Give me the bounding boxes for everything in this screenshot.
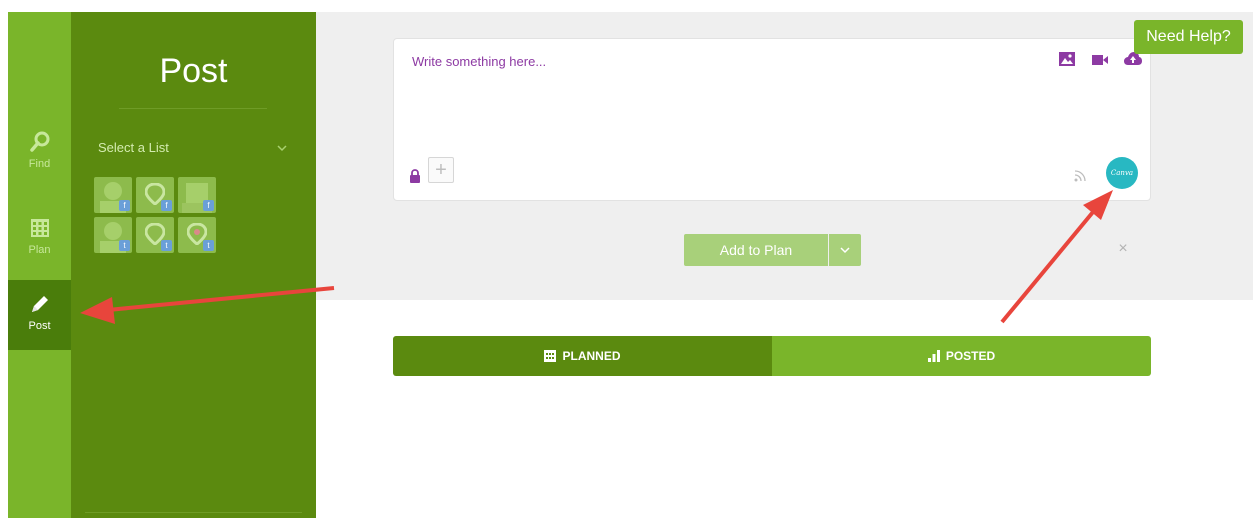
image-icon[interactable] — [1059, 52, 1076, 71]
app-window: Find Plan Post Post Select a List f f f … — [0, 0, 1253, 518]
rail-item-label: Find — [28, 158, 51, 170]
list-select[interactable]: Select a List — [98, 140, 288, 160]
add-to-plan-button[interactable]: Add to Plan — [684, 234, 828, 266]
twitter-badge-icon: t — [203, 240, 214, 251]
account-avatar[interactable]: t — [94, 217, 132, 253]
account-avatar[interactable]: f — [136, 177, 174, 213]
post-tabs: PLANNED POSTED — [393, 336, 1151, 376]
divider — [119, 108, 267, 109]
facebook-badge-icon: f — [161, 200, 172, 211]
panel-title: Post — [159, 52, 228, 90]
chevron-down-icon — [277, 145, 287, 152]
bar-chart-icon — [927, 350, 940, 362]
list-select-label: Select a List — [98, 140, 169, 155]
chevron-down-icon — [840, 247, 850, 254]
post-panel: Post Select a List f f f t t t — [71, 12, 316, 518]
add-media-button[interactable]: + — [428, 157, 454, 183]
account-avatar[interactable]: t — [136, 217, 174, 253]
calendar-icon — [30, 219, 49, 237]
rail-item-post[interactable]: Post — [8, 280, 71, 350]
close-button[interactable]: × — [1115, 240, 1131, 258]
lock-icon[interactable] — [409, 169, 421, 183]
rss-icon[interactable] — [1073, 169, 1087, 183]
tab-label: POSTED — [945, 349, 996, 363]
post-composer: + Canva — [393, 38, 1151, 201]
divider — [85, 512, 302, 513]
pencil-icon — [31, 296, 48, 312]
upload-cloud-icon[interactable] — [1124, 52, 1142, 71]
twitter-badge-icon: t — [161, 240, 172, 251]
search-icon — [29, 131, 49, 152]
rail-item-plan[interactable]: Plan — [8, 202, 71, 272]
video-icon[interactable] — [1091, 53, 1108, 71]
need-help-button[interactable]: Need Help? — [1134, 20, 1243, 54]
media-toolbar — [1047, 52, 1142, 68]
account-avatar[interactable]: f — [94, 177, 132, 213]
add-to-plan-dropdown[interactable] — [829, 234, 861, 266]
tab-planned[interactable]: PLANNED — [393, 336, 772, 376]
canva-button[interactable]: Canva — [1106, 157, 1138, 189]
calendar-icon — [544, 350, 557, 362]
facebook-badge-icon: f — [119, 200, 130, 211]
rail-item-label: Plan — [28, 244, 51, 256]
tab-label: PLANNED — [562, 349, 621, 363]
post-text-input[interactable] — [412, 51, 1012, 71]
add-to-plan-group: Add to Plan — [684, 234, 861, 266]
rail-item-find[interactable]: Find — [8, 120, 71, 190]
nav-rail: Find Plan Post — [8, 12, 71, 518]
twitter-badge-icon: t — [119, 240, 130, 251]
account-avatar[interactable]: t — [178, 217, 216, 253]
facebook-badge-icon: f — [203, 200, 214, 211]
tab-posted[interactable]: POSTED — [772, 336, 1151, 376]
rail-item-label: Post — [28, 320, 51, 332]
account-avatar[interactable]: f — [178, 177, 216, 213]
